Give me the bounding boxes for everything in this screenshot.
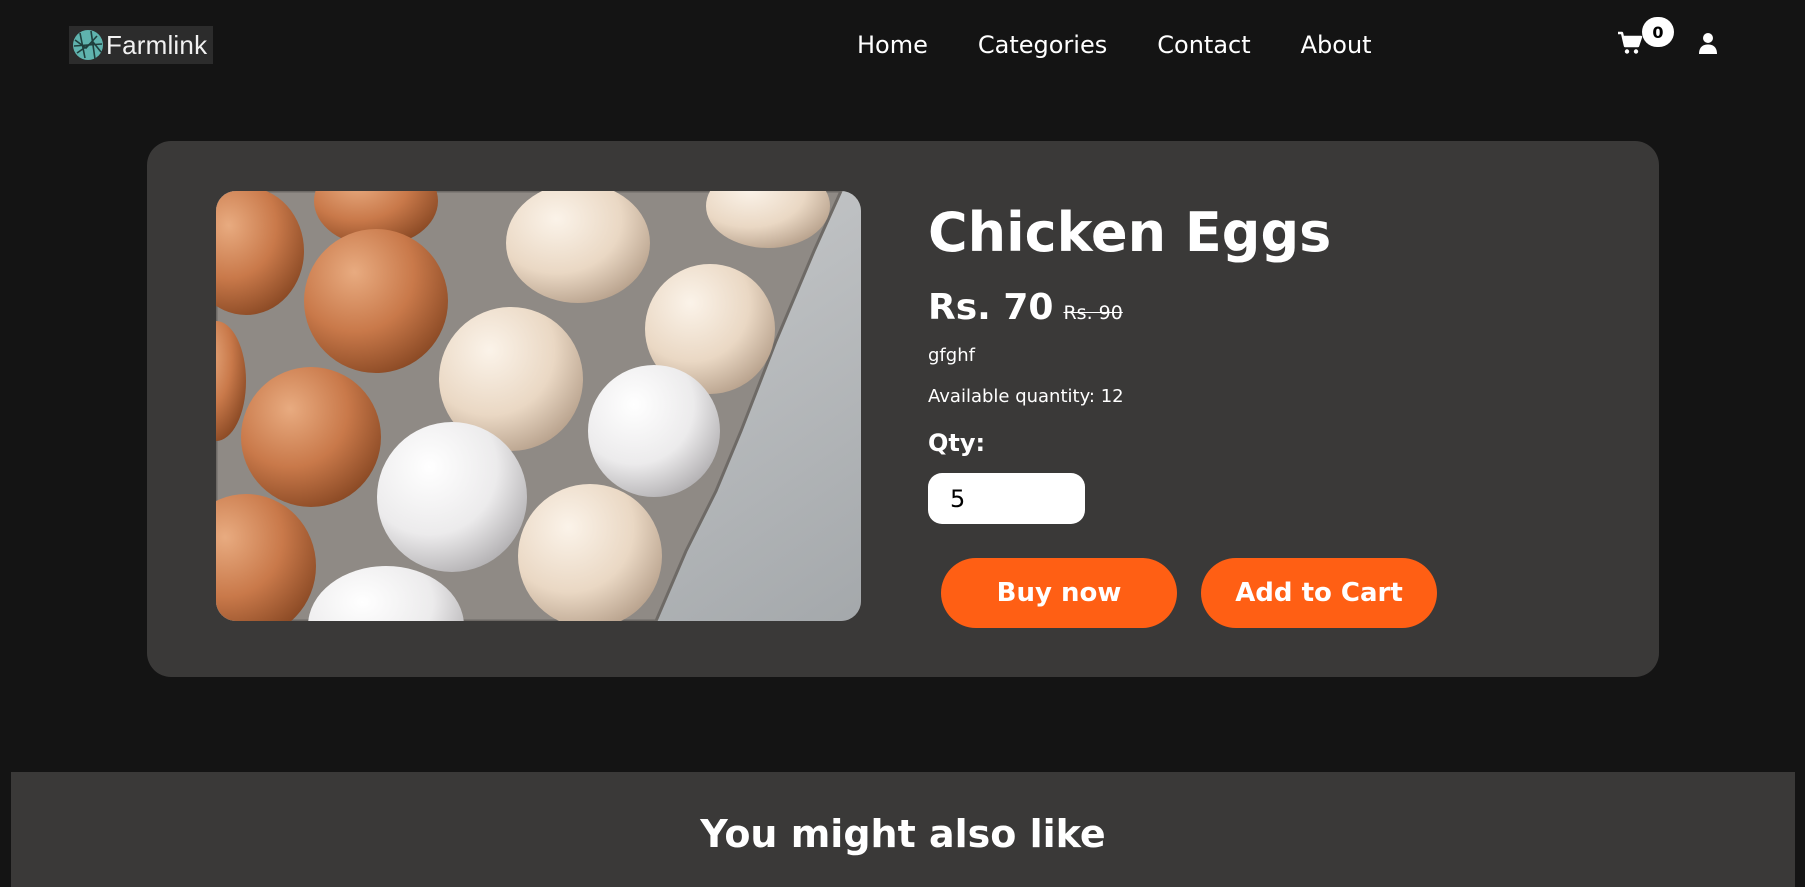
cart-count-badge: 0 (1642, 17, 1674, 47)
product-card: Chicken Eggs Rs. 70 Rs. 90 gfghf Availab… (147, 141, 1659, 677)
nav-link-home[interactable]: Home (857, 31, 928, 59)
product-title: Chicken Eggs (928, 201, 1332, 264)
shopping-cart-icon[interactable] (1617, 30, 1643, 56)
product-description: gfghf (928, 345, 975, 366)
nav-link-about[interactable]: About (1301, 31, 1372, 59)
buy-now-button[interactable]: Buy now (941, 558, 1177, 628)
user-icon[interactable] (1696, 31, 1720, 55)
product-image (216, 191, 861, 621)
nav-link-categories[interactable]: Categories (978, 31, 1107, 59)
quantity-input[interactable] (928, 473, 1085, 524)
add-to-cart-button[interactable]: Add to Cart (1201, 558, 1437, 628)
recommendations-section: You might also like (11, 772, 1795, 887)
qty-label: Qty: (928, 429, 986, 457)
original-price: Rs. 90 (1063, 302, 1123, 324)
main-nav: Home Categories Contact About (857, 26, 1372, 64)
recommendations-title: You might also like (700, 812, 1106, 856)
globe-logo-icon (73, 30, 103, 60)
brand-logo[interactable]: Farmlink (69, 26, 213, 64)
brand-name: Farmlink (106, 29, 208, 60)
price-row: Rs. 70 Rs. 90 (928, 287, 1123, 328)
nav-link-contact[interactable]: Contact (1157, 31, 1250, 59)
navbar: Farmlink Home Categories Contact About 0 (0, 0, 1805, 90)
available-quantity: Available quantity: 12 (928, 386, 1124, 407)
current-price: Rs. 70 (928, 287, 1054, 328)
